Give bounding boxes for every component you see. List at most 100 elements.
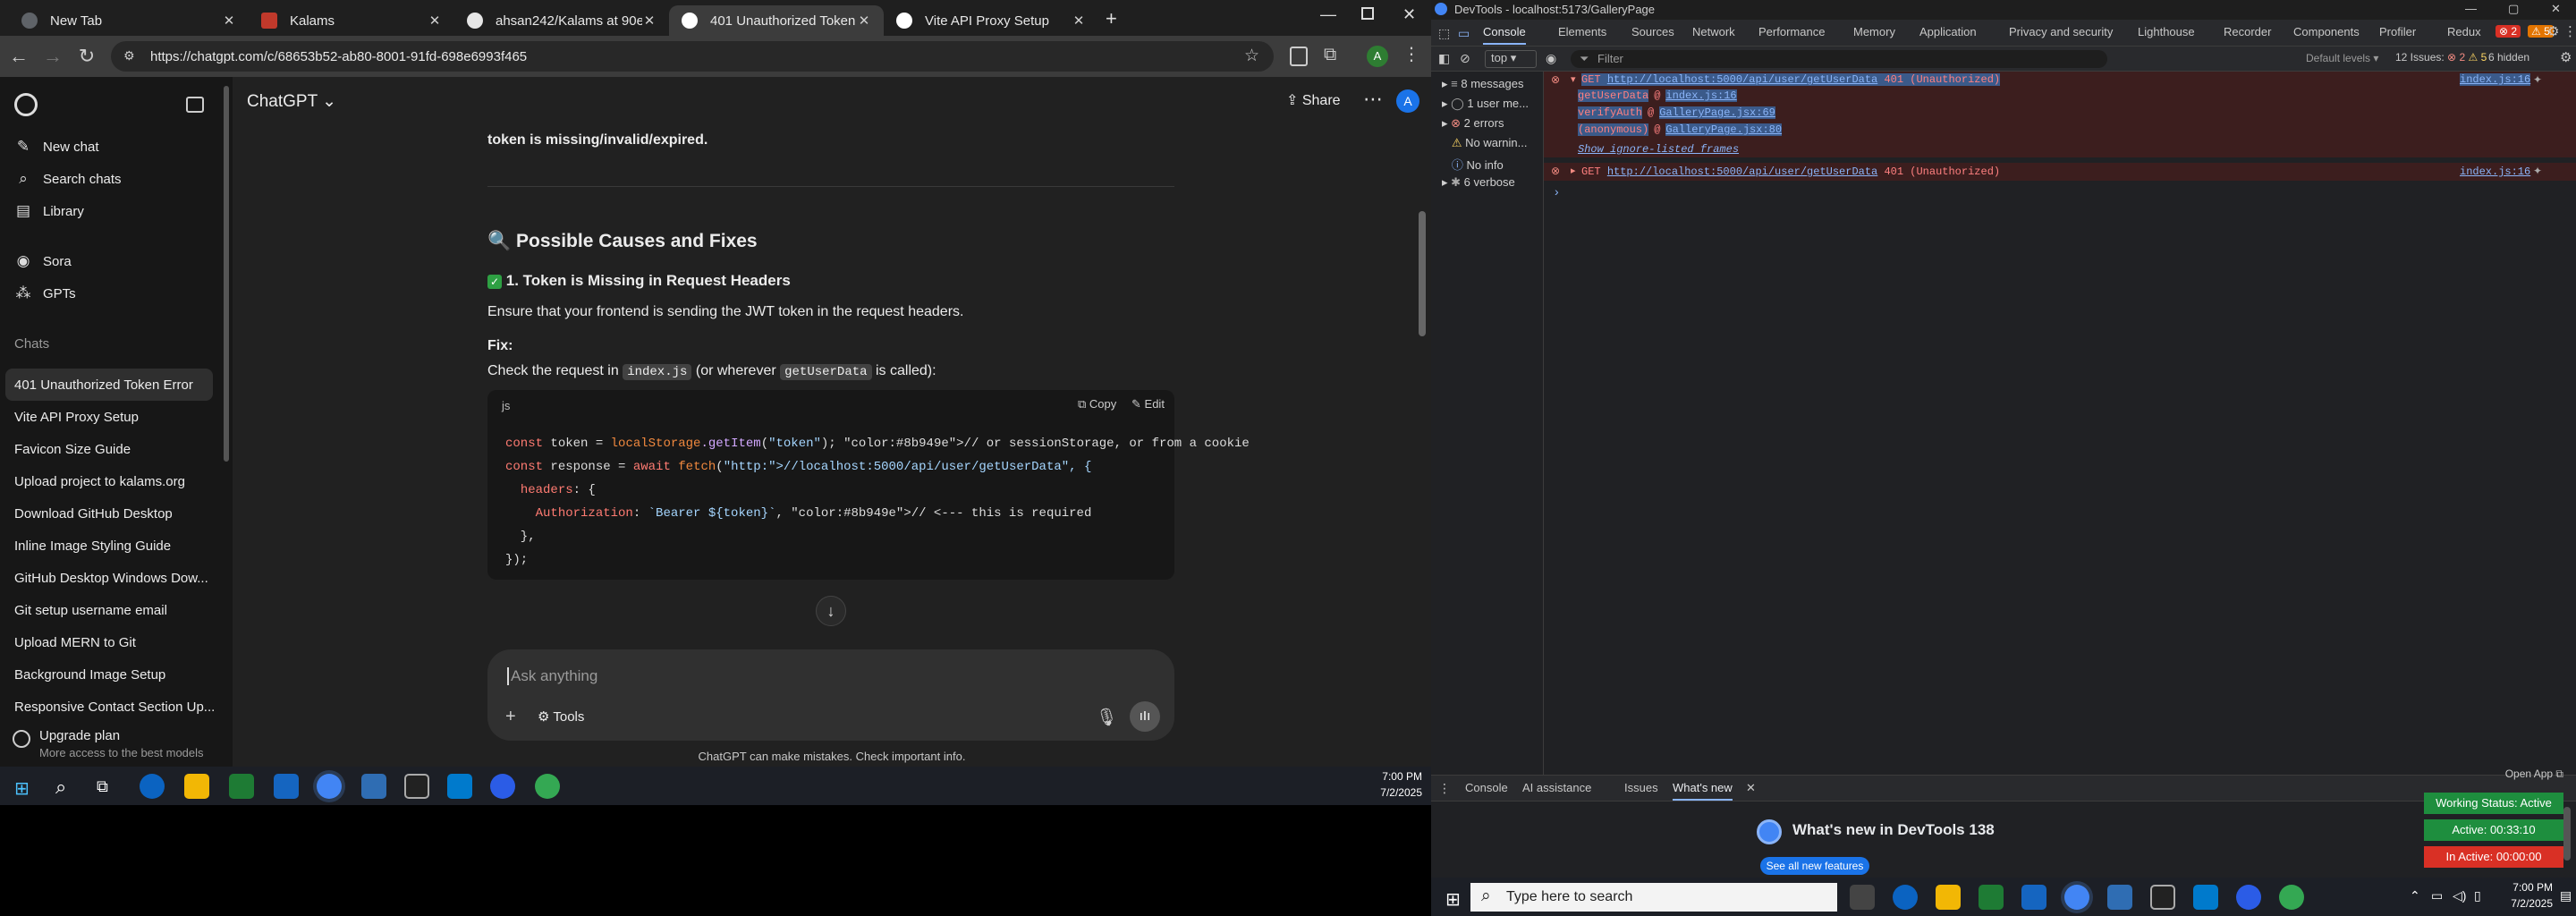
sidebar-errors[interactable]: ▸ ⊗ 2 errors xyxy=(1442,116,1504,131)
devtools-tab-network[interactable]: Network xyxy=(1692,25,1735,38)
eye-icon[interactable]: ◉ xyxy=(1546,51,1556,66)
tab-401-unauthorized[interactable]: 401 Unauthorized Token Error ✕ xyxy=(669,5,884,36)
vscode-icon[interactable] xyxy=(2193,885,2218,910)
see-all-features-button[interactable]: See all new features xyxy=(1760,857,1869,875)
close-icon[interactable]: ✕ xyxy=(428,13,442,29)
more-menu-icon[interactable]: ⋮ xyxy=(1402,43,1420,65)
scroll-down-button[interactable]: ↓ xyxy=(816,596,846,626)
taskbar-search-input[interactable]: ⌕ Type here to search xyxy=(1470,883,1837,912)
chat-history-item[interactable]: Upload MERN to Git xyxy=(0,626,215,658)
sidebar-scrollbar[interactable] xyxy=(224,86,229,462)
terminal-icon[interactable] xyxy=(404,774,429,799)
close-icon[interactable]: ✕ xyxy=(222,13,236,29)
clock-time[interactable]: 7:00 PM xyxy=(1351,770,1422,783)
chat-history-item[interactable]: Download GitHub Desktop xyxy=(0,497,215,530)
hidden-count[interactable]: 6 hidden xyxy=(2488,51,2529,64)
chat-history-item[interactable]: GitHub Desktop Windows Dow... xyxy=(0,562,215,594)
expand-triangle-icon[interactable]: ▾ xyxy=(1571,73,1576,85)
show-ignored-frames-link[interactable]: Show ignore-listed frames xyxy=(1578,143,1739,156)
chrome-icon[interactable] xyxy=(2279,885,2304,910)
tab-new-tab[interactable]: New Tab ✕ xyxy=(9,5,249,36)
console-prompt[interactable]: › xyxy=(1555,184,1559,199)
search-chats-button[interactable]: ⌕ Search chats xyxy=(0,163,215,195)
devtools-tab-performance[interactable]: Performance xyxy=(1758,25,1825,38)
store-icon[interactable] xyxy=(229,774,254,799)
error-1-url[interactable]: http://localhost:5000/api/user/getUserDa… xyxy=(1607,73,1877,86)
maximize-icon[interactable]: ▢ xyxy=(2508,2,2519,16)
chat-history-item[interactable]: Git setup username email xyxy=(0,594,215,626)
chat-history-item[interactable]: 401 Unauthorized Token Error xyxy=(5,369,213,401)
stack-location-link[interactable]: GalleryPage.jsx:80 xyxy=(1665,123,1783,136)
console-settings-icon[interactable]: ⚙ xyxy=(2560,49,2572,65)
edge-icon[interactable] xyxy=(140,774,165,799)
close-tab-icon[interactable]: ✕ xyxy=(1746,781,1756,795)
copy-code-button[interactable]: ⧉ Copy xyxy=(1078,397,1116,411)
drawer-menu-icon[interactable]: ⋮ xyxy=(1438,781,1451,796)
sidebar-user-messages[interactable]: ▸ ◯ 1 user me... xyxy=(1442,97,1529,111)
new-tab-plus-icon[interactable]: + xyxy=(1106,7,1117,30)
settings-gear-icon[interactable]: ⚙ xyxy=(2547,23,2559,39)
stack-location-link[interactable]: index.js:16 xyxy=(1665,89,1737,102)
stack-location-link[interactable]: GalleryPage.jsx:69 xyxy=(1659,106,1775,119)
devtools-tab-redux[interactable]: Redux xyxy=(2447,25,2481,38)
chat-scrollbar[interactable] xyxy=(1419,211,1426,336)
openai-logo-icon[interactable] xyxy=(14,93,38,116)
new-chat-button[interactable]: ✎ New chat xyxy=(0,131,215,163)
forward-icon[interactable]: → xyxy=(41,45,64,68)
error-count-badge[interactable]: ⊗ 2 xyxy=(2496,25,2521,38)
task-view-icon[interactable]: ⧉ xyxy=(97,777,108,796)
devtools-tab-sources[interactable]: Sources xyxy=(1631,25,1674,38)
log-levels-dropdown[interactable]: Default levels ▾ xyxy=(2306,52,2378,64)
console-filter-input[interactable]: ⏷ Filter xyxy=(1571,50,2107,68)
close-icon[interactable]: ✕ xyxy=(1072,13,1086,29)
sidebar-info[interactable]: ⓘ No info xyxy=(1442,156,1504,173)
maximize-icon[interactable] xyxy=(1361,7,1374,20)
devtools-tab-elements[interactable]: Elements xyxy=(1558,25,1606,38)
clock-time[interactable]: 7:00 PM xyxy=(2490,881,2553,894)
sidebar-toggle-icon[interactable]: ◧ xyxy=(1438,51,1450,66)
devtools-tab-privacy-and-security[interactable]: Privacy and security xyxy=(2009,25,2113,38)
devtools-tab-console[interactable]: Console xyxy=(1483,25,1526,45)
console-error-2[interactable]: ⊗ ▸ GET http://localhost:5000/api/user/g… xyxy=(1544,163,2576,181)
battery-icon[interactable]: ▯ xyxy=(2474,888,2481,903)
url-bar[interactable]: ⚙ https://chatgpt.com/c/68653b52-ab80-80… xyxy=(111,41,1274,72)
issues-counter[interactable]: 12 Issues: ⊗ 2 ⚠ 5 xyxy=(2395,51,2487,64)
chat-history-item[interactable]: Inline Image Styling Guide xyxy=(0,530,215,562)
chat-history-item[interactable]: Background Image Setup xyxy=(0,658,215,691)
drawer-tab-console[interactable]: Console xyxy=(1465,781,1508,794)
terminal-icon[interactable] xyxy=(2150,885,2175,910)
chat-history-item[interactable]: Responsive Contact Section Up... xyxy=(0,691,215,723)
model-selector[interactable]: ChatGPT ⌄ xyxy=(247,91,336,112)
edit-code-button[interactable]: ✎ Edit xyxy=(1131,397,1165,411)
vscode-icon[interactable] xyxy=(447,774,472,799)
search-icon[interactable]: ⌕ xyxy=(55,776,66,799)
share-button[interactable]: ⇪ Share xyxy=(1286,91,1341,109)
volume-icon[interactable]: ◁) xyxy=(2453,888,2466,903)
mail-icon[interactable] xyxy=(2021,885,2046,910)
sidebar-warnings[interactable]: ⚠ No warnin... xyxy=(1442,136,1528,150)
expand-triangle-icon[interactable]: ▸ xyxy=(1571,165,1576,176)
library-button[interactable]: ▤ Library xyxy=(0,195,215,227)
close-icon[interactable]: ✕ xyxy=(857,13,871,29)
vscode-insiders-icon[interactable] xyxy=(361,774,386,799)
open-app-link[interactable]: Open App ⧉ xyxy=(2424,768,2563,780)
close-icon[interactable]: ✕ xyxy=(642,13,657,29)
tab-vite-proxy[interactable]: Vite API Proxy Setup ✕ xyxy=(884,5,1098,36)
devtools-tab-lighthouse[interactable]: Lighthouse xyxy=(2138,25,2195,38)
sidebar-toggle-icon[interactable] xyxy=(186,97,204,113)
bookmark-star-icon[interactable]: ☆ xyxy=(1244,46,1259,66)
chat-history-item[interactable]: Upload project to kalams.org xyxy=(0,465,215,497)
minimize-icon[interactable]: — xyxy=(2465,2,2477,15)
composer-box[interactable]: Ask anything + ⚙ Tools 🎙 ıIı xyxy=(487,649,1174,741)
clear-console-icon[interactable]: ⊘ xyxy=(1460,51,1470,66)
devtools-tab-application[interactable]: Application xyxy=(1919,25,1977,38)
device-toolbar-icon[interactable]: ▭ xyxy=(1458,26,1470,41)
devtools-tab-components[interactable]: Components xyxy=(2293,25,2360,38)
ai-explain-icon[interactable]: ✦ xyxy=(2533,165,2542,177)
drawer-tab-ai-assistance[interactable]: AI assistance xyxy=(1522,781,1591,794)
clock-date[interactable]: 7/2/2025 xyxy=(1351,786,1422,799)
voice-mode-button[interactable]: ıIı xyxy=(1130,701,1160,732)
windows-start-icon[interactable]: ⊞ xyxy=(1445,888,1461,911)
chrome-icon[interactable] xyxy=(535,774,560,799)
vscode-insiders-icon[interactable] xyxy=(2107,885,2132,910)
